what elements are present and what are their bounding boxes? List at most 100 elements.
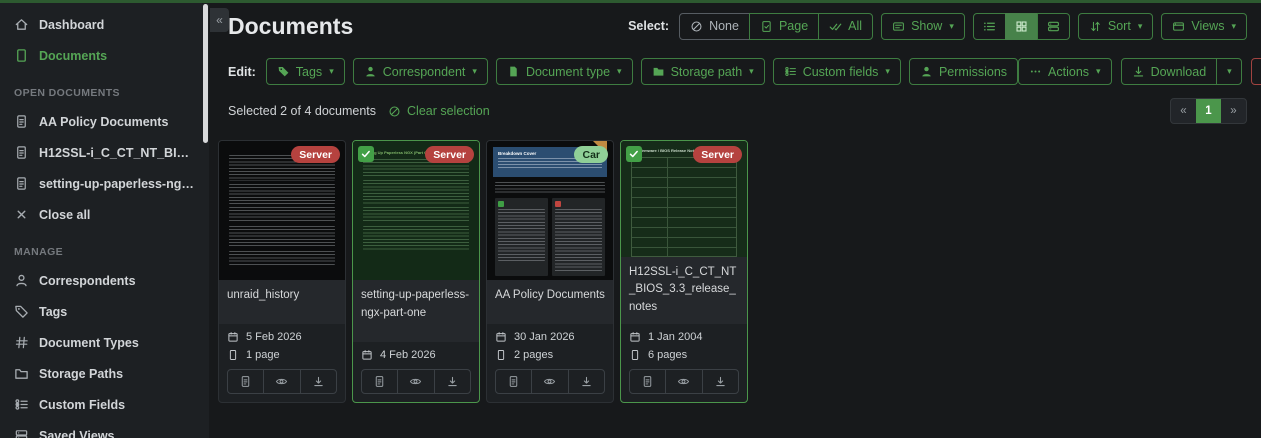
document-date: 5 Feb 2026 [227, 331, 337, 343]
sidebar-item-dashboard[interactable]: Dashboard [0, 9, 202, 40]
edit-tags-label: Tags [296, 65, 322, 79]
chevron-down-icon: ▾ [749, 67, 754, 76]
preview-document-button[interactable] [397, 369, 434, 394]
preview-document-button[interactable] [531, 369, 568, 394]
sidebar-item-document-types[interactable]: Document Types [0, 327, 202, 358]
document-title-link[interactable]: AA Policy Documents [487, 280, 613, 324]
tag-badge[interactable]: Server [693, 146, 742, 163]
edit-tags-button[interactable]: Tags ▾ [266, 58, 345, 85]
edit-custom-fields-button[interactable]: Custom fields ▾ [773, 58, 901, 85]
document-card-grid: Server unraid_history 5 Feb 2026 1 page [218, 140, 1247, 403]
view-mode-group [973, 13, 1070, 40]
card-checkbox[interactable] [626, 146, 642, 162]
edit-document-button[interactable] [361, 369, 398, 394]
sort-button[interactable]: Sort ▾ [1078, 13, 1153, 40]
show-fields-button[interactable]: Show ▾ [881, 13, 965, 40]
sidebar-item-correspondents[interactable]: Correspondents [0, 265, 202, 296]
sidebar-item-documents[interactable]: Documents [0, 40, 202, 71]
sidebar-open-doc-h12ssl[interactable]: H12SSL-i_C_CT_NT_BIOS_3.3_rele... [0, 137, 202, 168]
select-none-button[interactable]: None [679, 13, 750, 40]
select-none-label: None [709, 19, 739, 33]
card-footer: 4 Feb 2026 [353, 342, 479, 402]
scrollbar-thumb[interactable] [203, 4, 208, 143]
document-date: 1 Jan 2004 [629, 331, 739, 343]
document-thumbnail[interactable]: Server [219, 141, 345, 280]
select-all-button[interactable]: All [818, 13, 873, 40]
thumbnail-text-lines [363, 226, 469, 250]
sidebar-item-label: Custom Fields [39, 398, 125, 412]
sidebar: Dashboard Documents OPEN DOCUMENTS AA Po… [0, 3, 202, 438]
pagination-next-button[interactable]: » [1221, 99, 1246, 123]
edit-correspondent-button[interactable]: Correspondent ▾ [353, 58, 488, 85]
select-page-button[interactable]: Page [749, 13, 819, 40]
document-thumbnail[interactable]: Firmware / BIOS Release Notes Form Serve… [621, 141, 747, 257]
document-thumbnail[interactable]: Breakdown Cover Car [487, 141, 613, 280]
sidebar-item-label: Correspondents [39, 274, 136, 288]
preview-document-button[interactable] [665, 369, 702, 394]
sidebar-collapse-button[interactable]: « [210, 8, 229, 32]
sidebar-item-storage-paths[interactable]: Storage Paths [0, 358, 202, 389]
detail-view-button[interactable] [1037, 13, 1070, 40]
edit-document-button[interactable] [495, 369, 532, 394]
sidebar-item-tags[interactable]: Tags [0, 296, 202, 327]
eye-icon [409, 375, 422, 388]
download-document-button[interactable] [702, 369, 739, 394]
sidebar-open-doc-paperless-ngx[interactable]: setting-up-paperless-ngx-part-one [0, 168, 202, 199]
clear-selection-button[interactable]: Clear selection [388, 104, 490, 118]
chevron-down-icon: ▾ [1231, 22, 1236, 31]
slash-circle-icon [388, 105, 401, 118]
edit-permissions-button[interactable]: Permissions [909, 58, 1018, 85]
edit-document-button[interactable] [227, 369, 264, 394]
pages-text: 2 pages [514, 349, 553, 361]
tag-badge[interactable]: Server [425, 146, 474, 163]
download-options-button[interactable]: ▾ [1216, 58, 1242, 85]
download-button[interactable]: Download [1121, 58, 1218, 85]
edit-document-type-button[interactable]: Document type ▾ [496, 58, 633, 85]
chevron-down-icon: ▾ [329, 67, 334, 76]
sidebar-item-label: Saved Views [39, 429, 115, 438]
thumbnail-text-lines [498, 209, 545, 261]
download-document-button[interactable] [300, 369, 337, 394]
chevron-down-icon: ▾ [1096, 67, 1101, 76]
grid-view-button[interactable] [1005, 13, 1038, 40]
card-checkbox[interactable] [358, 146, 374, 162]
list-view-button[interactable] [973, 13, 1006, 40]
sidebar-open-doc-aa-policy[interactable]: AA Policy Documents [0, 106, 202, 137]
edit-document-button[interactable] [629, 369, 666, 394]
page-icon [495, 349, 507, 361]
document-title-link[interactable]: H12SSL-i_C_CT_NT_BIOS_3.3_release_notes [621, 257, 747, 324]
download-document-button[interactable] [434, 369, 471, 394]
pagination: « 1 » [1170, 98, 1247, 124]
custom-fields-icon [14, 397, 29, 412]
delete-button[interactable]: Delete [1251, 58, 1261, 85]
detail-view-icon [1047, 20, 1060, 33]
sidebar-scrollbar[interactable] [202, 4, 209, 438]
calendar-icon [495, 331, 507, 343]
download-document-button[interactable] [568, 369, 605, 394]
select-page-label: Page [779, 19, 808, 33]
pagination-page-1[interactable]: 1 [1196, 99, 1221, 123]
sidebar-item-custom-fields[interactable]: Custom Fields [0, 389, 202, 420]
card-action-group [495, 369, 605, 394]
edit-storage-path-button[interactable]: Storage path ▾ [641, 58, 765, 85]
preview-document-button[interactable] [263, 369, 300, 394]
calendar-icon [227, 331, 239, 343]
tag-badge[interactable]: Server [291, 146, 340, 163]
eye-icon [677, 375, 690, 388]
actions-button[interactable]: Actions ▾ [1018, 58, 1112, 85]
custom-fields-icon [784, 65, 797, 78]
document-title-link[interactable]: unraid_history [219, 280, 345, 324]
open-documents-header: OPEN DOCUMENTS [0, 71, 202, 106]
sidebar-close-all[interactable]: Close all [0, 199, 202, 230]
sidebar-item-saved-views[interactable]: Saved Views [0, 420, 202, 438]
pagination-prev-button[interactable]: « [1171, 99, 1196, 123]
download-label: Download [1151, 65, 1207, 79]
sidebar-item-label: Tags [39, 305, 67, 319]
tag-badge[interactable]: Car [574, 146, 608, 163]
file-icon [507, 65, 520, 78]
views-button[interactable]: Views ▾ [1161, 13, 1247, 40]
sidebar-item-label: Documents [39, 49, 107, 63]
document-title-link[interactable]: setting-up-paperless-ngx-part-one [353, 280, 479, 342]
document-edit-icon [373, 375, 386, 388]
document-thumbnail[interactable]: Setting Up Paperless NGX (Part One) Serv… [353, 141, 479, 280]
